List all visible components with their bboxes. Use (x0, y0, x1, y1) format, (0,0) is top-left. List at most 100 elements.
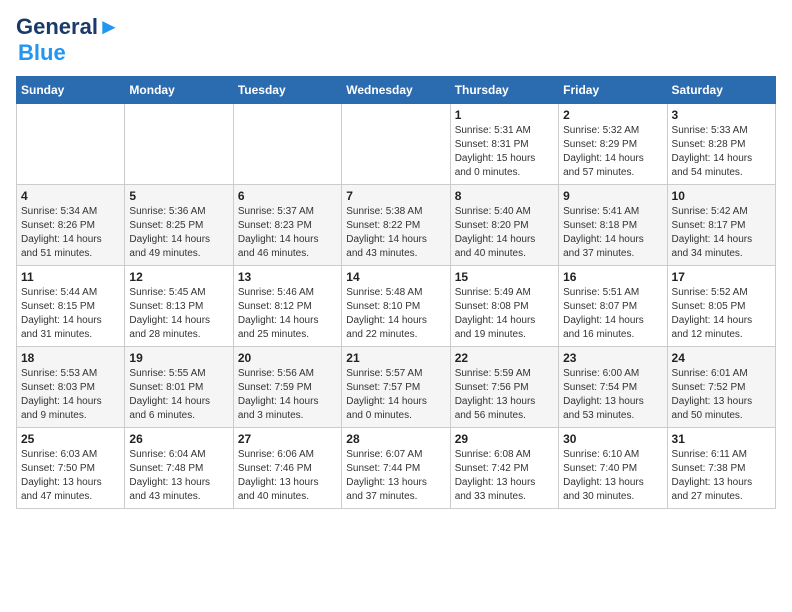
day-info: Sunrise: 5:57 AM Sunset: 7:57 PM Dayligh… (346, 367, 445, 423)
weekday-header-row: SundayMondayTuesdayWednesdayThursdayFrid… (17, 77, 776, 104)
calendar-cell (17, 104, 125, 185)
calendar-cell (125, 104, 233, 185)
calendar-cell: 19 Sunrise: 5:55 AM Sunset: 8:01 PM Dayli… (125, 347, 233, 428)
day-info: Sunrise: 5:46 AM Sunset: 8:12 PM Dayligh… (238, 286, 337, 342)
calendar-cell: 1 Sunrise: 5:31 AM Sunset: 8:31 PM Daylig… (450, 104, 558, 185)
calendar-cell: 15 Sunrise: 5:49 AM Sunset: 8:08 PM Dayli… (450, 266, 558, 347)
day-info: Sunrise: 6:06 AM Sunset: 7:46 PM Dayligh… (238, 448, 337, 504)
weekday-header-monday: Monday (125, 77, 233, 104)
day-number: 17 (672, 270, 771, 284)
day-number: 19 (129, 351, 228, 365)
day-number: 12 (129, 270, 228, 284)
day-number: 22 (455, 351, 554, 365)
day-info: Sunrise: 6:04 AM Sunset: 7:48 PM Dayligh… (129, 448, 228, 504)
calendar-cell: 2Sunrise: 5:32 AM Sunset: 8:29 PM Daylig… (559, 104, 667, 185)
calendar-cell: 23 Sunrise: 6:00 AM Sunset: 7:54 PM Dayli… (559, 347, 667, 428)
day-number: 7 (346, 189, 445, 203)
day-number: 13 (238, 270, 337, 284)
calendar-cell: 17 Sunrise: 5:52 AM Sunset: 8:05 PM Dayli… (667, 266, 775, 347)
day-number: 18 (21, 351, 120, 365)
day-number: 31 (672, 432, 771, 446)
logo-text: General► (16, 16, 120, 38)
weekday-header-sunday: Sunday (17, 77, 125, 104)
logo-blue: Blue (18, 40, 66, 66)
calendar-week-row: 4 Sunrise: 5:34 AM Sunset: 8:26 PM Daylig… (17, 185, 776, 266)
day-info: Sunrise: 6:08 AM Sunset: 7:42 PM Dayligh… (455, 448, 554, 504)
day-number: 11 (21, 270, 120, 284)
day-number: 26 (129, 432, 228, 446)
day-number: 8 (455, 189, 554, 203)
day-info: Sunrise: 6:10 AM Sunset: 7:40 PM Dayligh… (563, 448, 662, 504)
day-info: Sunrise: 5:56 AM Sunset: 7:59 PM Dayligh… (238, 367, 337, 423)
calendar-week-row: 11 Sunrise: 5:44 AM Sunset: 8:15 PM Dayli… (17, 266, 776, 347)
day-number: 16 (563, 270, 662, 284)
calendar-cell: 22 Sunrise: 5:59 AM Sunset: 7:56 PM Dayli… (450, 347, 558, 428)
calendar-cell: 26 Sunrise: 6:04 AM Sunset: 7:48 PM Dayli… (125, 428, 233, 509)
weekday-header-thursday: Thursday (450, 77, 558, 104)
day-info: Sunrise: 5:48 AM Sunset: 8:10 PM Dayligh… (346, 286, 445, 342)
calendar-cell: 6 Sunrise: 5:37 AM Sunset: 8:23 PM Daylig… (233, 185, 341, 266)
calendar-cell: 18 Sunrise: 5:53 AM Sunset: 8:03 PM Dayli… (17, 347, 125, 428)
day-number: 3 (672, 108, 771, 122)
day-info: Sunrise: 5:53 AM Sunset: 8:03 PM Dayligh… (21, 367, 120, 423)
page-header: General► Blue (16, 16, 776, 66)
weekday-header-saturday: Saturday (667, 77, 775, 104)
day-number: 9 (563, 189, 662, 203)
day-info: Sunrise: 5:52 AM Sunset: 8:05 PM Dayligh… (672, 286, 771, 342)
day-number: 1 (455, 108, 554, 122)
day-info: Sunrise: 5:55 AM Sunset: 8:01 PM Dayligh… (129, 367, 228, 423)
day-number: 10 (672, 189, 771, 203)
calendar-cell: 30 Sunrise: 6:10 AM Sunset: 7:40 PM Dayli… (559, 428, 667, 509)
calendar-cell: 29Sunrise: 6:08 AM Sunset: 7:42 PM Dayli… (450, 428, 558, 509)
calendar-cell: 14 Sunrise: 5:48 AM Sunset: 8:10 PM Dayli… (342, 266, 450, 347)
day-info: Sunrise: 5:42 AM Sunset: 8:17 PM Dayligh… (672, 205, 771, 261)
calendar-cell: 11 Sunrise: 5:44 AM Sunset: 8:15 PM Dayli… (17, 266, 125, 347)
calendar-cell: 24 Sunrise: 6:01 AM Sunset: 7:52 PM Dayli… (667, 347, 775, 428)
weekday-header-tuesday: Tuesday (233, 77, 341, 104)
day-number: 20 (238, 351, 337, 365)
day-info: Sunrise: 5:36 AM Sunset: 8:25 PM Dayligh… (129, 205, 228, 261)
calendar-cell: 4 Sunrise: 5:34 AM Sunset: 8:26 PM Daylig… (17, 185, 125, 266)
day-number: 30 (563, 432, 662, 446)
day-number: 14 (346, 270, 445, 284)
day-number: 5 (129, 189, 228, 203)
day-info: Sunrise: 5:40 AM Sunset: 8:20 PM Dayligh… (455, 205, 554, 261)
calendar-cell: 21 Sunrise: 5:57 AM Sunset: 7:57 PM Dayli… (342, 347, 450, 428)
day-number: 28 (346, 432, 445, 446)
calendar-week-row: 25Sunrise: 6:03 AM Sunset: 7:50 PM Dayli… (17, 428, 776, 509)
calendar-cell: 3 Sunrise: 5:33 AM Sunset: 8:28 PM Daylig… (667, 104, 775, 185)
day-number: 23 (563, 351, 662, 365)
calendar-cell: 16Sunrise: 5:51 AM Sunset: 8:07 PM Dayli… (559, 266, 667, 347)
day-info: Sunrise: 5:37 AM Sunset: 8:23 PM Dayligh… (238, 205, 337, 261)
day-number: 24 (672, 351, 771, 365)
day-info: Sunrise: 5:44 AM Sunset: 8:15 PM Dayligh… (21, 286, 120, 342)
calendar-cell: 31 Sunrise: 6:11 AM Sunset: 7:38 PM Dayli… (667, 428, 775, 509)
day-info: Sunrise: 6:11 AM Sunset: 7:38 PM Dayligh… (672, 448, 771, 504)
day-info: Sunrise: 5:59 AM Sunset: 7:56 PM Dayligh… (455, 367, 554, 423)
day-number: 4 (21, 189, 120, 203)
calendar-cell: 27Sunrise: 6:06 AM Sunset: 7:46 PM Dayli… (233, 428, 341, 509)
calendar-week-row: 1 Sunrise: 5:31 AM Sunset: 8:31 PM Daylig… (17, 104, 776, 185)
day-info: Sunrise: 6:03 AM Sunset: 7:50 PM Dayligh… (21, 448, 120, 504)
day-number: 2 (563, 108, 662, 122)
day-number: 6 (238, 189, 337, 203)
calendar-cell: 28 Sunrise: 6:07 AM Sunset: 7:44 PM Dayli… (342, 428, 450, 509)
day-info: Sunrise: 6:00 AM Sunset: 7:54 PM Dayligh… (563, 367, 662, 423)
calendar-cell: 5 Sunrise: 5:36 AM Sunset: 8:25 PM Daylig… (125, 185, 233, 266)
day-info: Sunrise: 5:45 AM Sunset: 8:13 PM Dayligh… (129, 286, 228, 342)
day-info: Sunrise: 5:34 AM Sunset: 8:26 PM Dayligh… (21, 205, 120, 261)
day-info: Sunrise: 6:01 AM Sunset: 7:52 PM Dayligh… (672, 367, 771, 423)
day-info: Sunrise: 5:49 AM Sunset: 8:08 PM Dayligh… (455, 286, 554, 342)
day-number: 21 (346, 351, 445, 365)
day-info: Sunrise: 6:07 AM Sunset: 7:44 PM Dayligh… (346, 448, 445, 504)
day-number: 15 (455, 270, 554, 284)
calendar-cell: 8 Sunrise: 5:40 AM Sunset: 8:20 PM Daylig… (450, 185, 558, 266)
weekday-header-wednesday: Wednesday (342, 77, 450, 104)
calendar-cell (233, 104, 341, 185)
day-info: Sunrise: 5:33 AM Sunset: 8:28 PM Dayligh… (672, 124, 771, 180)
day-info: Sunrise: 5:31 AM Sunset: 8:31 PM Dayligh… (455, 124, 554, 180)
calendar-cell: 20 Sunrise: 5:56 AM Sunset: 7:59 PM Dayli… (233, 347, 341, 428)
calendar-cell: 10 Sunrise: 5:42 AM Sunset: 8:17 PM Dayli… (667, 185, 775, 266)
calendar-cell: 7Sunrise: 5:38 AM Sunset: 8:22 PM Daylig… (342, 185, 450, 266)
weekday-header-friday: Friday (559, 77, 667, 104)
